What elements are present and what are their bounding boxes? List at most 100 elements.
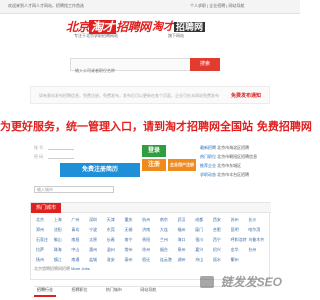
city-link[interactable]: 太原 — [89, 237, 107, 243]
city-link[interactable]: 沈阳 — [54, 227, 72, 233]
city-link[interactable]: 东莞 — [107, 227, 125, 233]
city-link[interactable]: 宿迁 — [142, 257, 160, 263]
register-button[interactable]: 注册 — [142, 159, 166, 171]
city-link[interactable]: 武汉 — [178, 217, 196, 223]
city-link[interactable]: 宁波 — [89, 227, 107, 233]
city-link[interactable]: 惠州 — [89, 247, 107, 253]
city-link[interactable]: 广州 — [71, 217, 89, 223]
city-link[interactable]: 淮安 — [107, 257, 125, 263]
city-link[interactable]: 镇江 — [54, 257, 72, 263]
city-link[interactable]: 连云港 — [160, 257, 178, 263]
info-row[interactable]: 求职动态 北京市丰台区招聘 — [200, 172, 290, 178]
footer-tab[interactable]: 热门城市 — [103, 285, 125, 295]
city-link[interactable]: 湖州 — [178, 257, 196, 263]
city-link[interactable]: 合肥 — [213, 227, 231, 233]
city-link[interactable]: 南宁 — [124, 237, 142, 243]
partner-logo[interactable]: 淘才 招聘网 — [152, 18, 206, 34]
slogan-banner[interactable]: 为更好服务，统一管理入口，请到淘才招聘网全国站 免费招聘网 — [0, 118, 312, 134]
tab-hot-cities[interactable]: 热门城市 — [31, 203, 62, 213]
city-link[interactable]: 呼和浩特 — [231, 237, 249, 243]
city-link[interactable]: 南京 — [160, 217, 178, 223]
city-link[interactable]: 台州 — [248, 247, 266, 253]
notice-bar: 如有意向发布招聘信息，免费注册，免费发布，发布后可以更新在各个页面，企业可在本网… — [30, 86, 270, 104]
city-link[interactable]: 苏州 — [231, 217, 249, 223]
city-link[interactable]: 大连 — [160, 227, 178, 233]
city-link[interactable]: 成都 — [195, 217, 213, 223]
info-row-text: 北京市朝阳区招聘信息 — [217, 154, 258, 159]
city-link[interactable]: 佛山 — [54, 237, 72, 243]
city-link[interactable]: 厦门 — [195, 227, 213, 233]
city-link[interactable]: 西宁 — [213, 237, 231, 243]
city-link[interactable]: 西安 — [213, 217, 231, 223]
city-link[interactable]: 哈尔滨 — [248, 227, 266, 233]
search-button[interactable]: 搜索 — [190, 58, 220, 71]
info-row[interactable]: 最新招聘 北京市海淀区招聘 — [200, 145, 290, 151]
info-row[interactable]: 推荐企业 北京市东城区 — [200, 163, 290, 169]
city-link[interactable]: 盐城 — [89, 257, 107, 263]
city-link[interactable]: 福州 — [178, 227, 196, 233]
partner-logo-text: 淘才 — [152, 21, 174, 33]
city-link[interactable]: 金华 — [231, 247, 249, 253]
city-link[interactable]: 嘉兴 — [195, 247, 213, 253]
city-link[interactable]: 丽水 — [213, 257, 231, 263]
city-link[interactable]: 深圳 — [89, 217, 107, 223]
footer-tab[interactable]: 招聘行业 — [34, 285, 56, 297]
city-link[interactable]: 南通 — [71, 257, 89, 263]
city-link[interactable]: 济南 — [142, 227, 160, 233]
info-row[interactable]: 热门职位 北京市朝阳区招聘信息 — [200, 154, 290, 160]
city-grid: 北京 上海 广州 深圳 天津 重庆 杭州 南京 武汉 成都 西安 苏州 长沙郑州 沈阳 青岛 宁波 东莞 无锡 济南… — [36, 217, 266, 263]
city-link[interactable]: 泉州 — [178, 247, 196, 253]
footer-tab[interactable]: 网站导航 — [137, 285, 159, 295]
city-link[interactable]: 北京 — [36, 217, 54, 223]
account-field[interactable] — [48, 144, 74, 150]
notice-text: 如有意向发布招聘信息，免费注册，免费发布，发布后可以更新在各个页面，企业可在本网… — [39, 93, 219, 98]
city-link[interactable]: 海口 — [178, 237, 196, 243]
info-row-text: 北京市海淀区招聘 — [217, 145, 250, 150]
city-link[interactable]: 中山 — [71, 247, 89, 253]
city-link[interactable]: 扬州 — [36, 257, 54, 263]
city-link[interactable]: 昆明 — [231, 227, 249, 233]
city-link[interactable]: 绍兴 — [213, 247, 231, 253]
city-link[interactable]: 南昌 — [71, 237, 89, 243]
city-link[interactable]: 无锡 — [124, 227, 142, 233]
account-label: 账 号 — [34, 145, 44, 150]
city-link[interactable]: 衢州 — [231, 257, 249, 263]
login-button[interactable]: 登录 — [142, 145, 166, 157]
notice-link[interactable]: 免费发布通知 — [231, 92, 261, 99]
brand-header: 北京 淘才 招聘网 专注于北京求职招聘网站 淘才 招聘网 旗下网站 — [66, 18, 246, 48]
top-bar-links[interactable]: 个人求职 | 企业招聘 | 网站导航 — [190, 3, 245, 9]
city-link[interactable]: 长春 — [107, 237, 125, 243]
city-link[interactable]: 徐州 — [142, 247, 160, 253]
info-row-label: 最新招聘 — [200, 145, 216, 150]
city-link[interactable]: 青岛 — [71, 227, 89, 233]
footer-link-text[interactable]: 北京猎聘招聘网招聘 — [34, 266, 70, 271]
city-link[interactable]: 重庆 — [124, 217, 142, 223]
city-link[interactable]: 长沙 — [248, 217, 266, 223]
city-link[interactable]: 兰州 — [160, 237, 178, 243]
footer-tab[interactable]: 招聘职位 — [68, 285, 90, 295]
city-link[interactable]: 珠海 — [54, 247, 72, 253]
city-link[interactable]: 舟山 — [195, 257, 213, 263]
city-link[interactable]: 贵阳 — [142, 237, 160, 243]
free-resume-register-button[interactable]: 免费注册简历 — [60, 163, 140, 177]
city-link[interactable]: 天津 — [107, 217, 125, 223]
footer-more-link[interactable]: More Jobs — [71, 266, 90, 271]
business-register-button[interactable]: 企业用户注册 — [168, 159, 196, 171]
city-link[interactable]: 郑州 — [36, 227, 54, 233]
city-link[interactable]: 常州 — [124, 247, 142, 253]
city-link[interactable]: 石家庄 — [36, 237, 54, 243]
city-link[interactable]: 温州 — [107, 247, 125, 253]
city-link[interactable]: 银川 — [195, 237, 213, 243]
top-bar: 欢迎来到人才网人才网站，招聘找工作首选 个人求职 | 企业招聘 | 网站导航 — [0, 0, 300, 14]
city-link[interactable]: 乌鲁木齐 — [248, 237, 266, 243]
city-link[interactable]: 烟台 — [160, 247, 178, 253]
city-link[interactable]: 杭州 — [142, 217, 160, 223]
logo-prefix: 北京 — [66, 20, 90, 34]
watermark: 链发发SEO — [220, 275, 282, 289]
info-row-label: 热门职位 — [200, 154, 216, 159]
city-link[interactable]: 上海 — [54, 217, 72, 223]
city-link[interactable]: 泰州 — [124, 257, 142, 263]
password-field[interactable] — [48, 153, 74, 159]
city-link[interactable]: 拉萨 — [36, 247, 54, 253]
city-search-input[interactable]: 输入城市 — [34, 186, 114, 193]
